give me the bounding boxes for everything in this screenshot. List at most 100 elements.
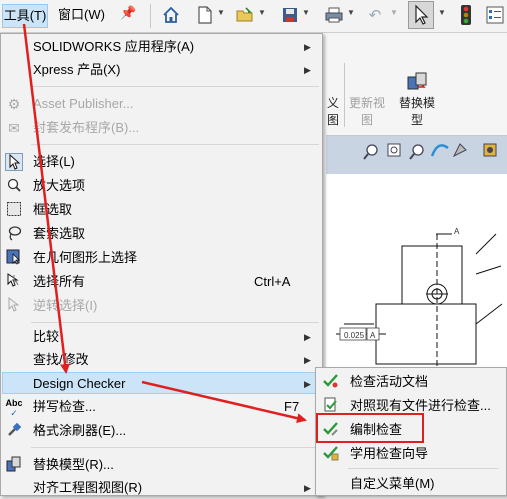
replace-model-icon	[5, 456, 23, 474]
pan-icon	[430, 144, 449, 157]
menu-item-label: 查找/修改	[33, 352, 89, 367]
menu-item-magnified-selection[interactable]: 放大选项	[1, 175, 322, 197]
update-view-label: 图	[360, 113, 373, 127]
geometry-select-icon	[5, 249, 23, 267]
menu-item-label: 选择所有	[33, 274, 86, 289]
menu-tools[interactable]: 工具(T)	[2, 4, 48, 28]
menu-item-asset-publisher[interactable]: ⚙ Asset Publisher...	[1, 93, 322, 115]
menu-separator	[31, 322, 319, 323]
menu-item-xpress-products[interactable]: Xpress 产品(X) ▶	[1, 59, 322, 81]
update-view-label: 更新视	[348, 96, 385, 110]
chevron-right-icon: ▶	[304, 332, 311, 342]
zoom-icon	[363, 144, 378, 160]
check-wizard-icon	[322, 445, 340, 463]
print-icon[interactable]	[323, 4, 345, 26]
menu-separator	[31, 447, 319, 448]
command-label: 义	[326, 96, 339, 110]
menu-item-replace-model[interactable]: 替换模型(R)...	[1, 454, 322, 476]
replace-model-icon	[406, 71, 428, 94]
menu-item-find-modify[interactable]: 查找/修改 ▶	[1, 349, 322, 371]
pin-icon[interactable]: 📌	[120, 5, 136, 21]
menu-item-label: 替换模型(R)...	[33, 457, 114, 472]
menu-window[interactable]: 窗口(W)	[58, 5, 105, 25]
select-all-icon	[5, 273, 23, 291]
submenu-item-check-active-document[interactable]: 检查活动文档	[316, 371, 506, 393]
menu-item-label: 格式涂刷器(E)...	[33, 423, 127, 438]
command-label: 图	[326, 113, 339, 127]
menu-item-label: 框选取	[33, 202, 73, 217]
chevron-down-icon[interactable]: ▼	[217, 8, 225, 17]
shortcut-text: Ctrl+A	[254, 274, 291, 289]
menu-item-label: 比较	[33, 329, 60, 344]
invert-selection-icon	[5, 296, 23, 315]
options-icon[interactable]	[484, 4, 506, 26]
menu-item-lasso-selection[interactable]: 套索选取	[1, 223, 322, 245]
box-select-icon	[5, 201, 23, 219]
lasso-icon	[5, 225, 23, 243]
heads-up-view-toolbar	[326, 136, 507, 174]
datum-text: A	[370, 331, 376, 340]
home-icon[interactable]	[160, 4, 182, 26]
save-icon[interactable]	[279, 4, 301, 26]
menu-item-compare[interactable]: 比较 ▶	[1, 326, 322, 348]
menu-separator	[348, 468, 498, 469]
select-button[interactable]	[408, 1, 434, 29]
undo-icon[interactable]: ↶	[364, 4, 386, 26]
chevron-right-icon: ▶	[304, 42, 311, 52]
menu-item-invert-selection[interactable]: 逆转选择(I)	[1, 295, 322, 317]
envelope-icon: ✉	[8, 120, 20, 136]
menu-item-spell-check[interactable]: Abc ✓ 拼写检查... F7	[1, 396, 322, 418]
tools-menu: SOLIDWORKS 应用程序(A) ▶ Xpress 产品(X) ▶ ⚙ As…	[0, 33, 323, 496]
menu-item-select[interactable]: 选择(L)	[1, 151, 322, 173]
chevron-down-icon[interactable]: ▼	[258, 8, 266, 17]
menu-separator	[31, 144, 319, 145]
menu-item-label: 逆转选择(I)	[33, 298, 98, 313]
menu-item-design-checker[interactable]: Design Checker ▶	[2, 372, 322, 394]
command-manager: 义 图 更新视 图 替换模 型	[326, 33, 507, 136]
previous-view-icon	[409, 144, 424, 160]
shortcut-text: F7	[284, 399, 300, 414]
menu-item-solidworks-apps[interactable]: SOLIDWORKS 应用程序(A) ▶	[1, 36, 322, 58]
menu-separator	[31, 86, 319, 87]
magnifier-icon	[5, 177, 23, 195]
menu-item-label: Xpress 产品(X)	[33, 62, 121, 77]
menu-item-label: 拼写检查...	[33, 399, 96, 414]
select-arrow-icon	[5, 153, 23, 171]
menu-item-label: 套索选取	[33, 226, 86, 241]
menu-item-select-on-geometry[interactable]: 在几何图形上选择	[1, 247, 322, 269]
chevron-right-icon: ▶	[304, 355, 311, 365]
menu-item-format-painter[interactable]: 格式涂刷器(E)...	[1, 420, 322, 442]
annotation-highlight-box	[316, 413, 424, 443]
menu-item-box-selection[interactable]: 框选取	[1, 199, 322, 221]
menu-item-label: Asset Publisher...	[33, 96, 134, 111]
menu-item-envelope-publisher[interactable]: ✉ 封套发布程序(B)...	[1, 117, 322, 139]
check-document-icon	[322, 373, 340, 391]
submenu-item-learn-check-wizard[interactable]: 学用检查向导	[316, 443, 506, 465]
chevron-right-icon: ▶	[304, 379, 311, 389]
replace-model-label: 替换模	[398, 96, 435, 110]
menu-item-label: 封套发布程序(B)...	[33, 120, 140, 135]
select-icon	[415, 4, 429, 25]
toolbar-divider	[150, 4, 151, 28]
replace-model-label: 型	[410, 113, 423, 127]
menu-item-select-all[interactable]: 选择所有 Ctrl+A	[1, 271, 322, 293]
chevron-down-icon[interactable]: ▼	[302, 8, 310, 17]
asset-publisher-icon: ⚙	[7, 96, 21, 112]
submenu-item-label: 检查活动文档	[350, 374, 429, 389]
tolerance-text: 0.025	[344, 331, 365, 340]
chevron-down-icon[interactable]: ▼	[347, 8, 355, 17]
menu-item-label: SOLIDWORKS 应用程序(A)	[33, 39, 195, 54]
new-document-icon[interactable]	[194, 4, 216, 26]
menu-item-label: 放大选项	[33, 178, 86, 193]
chevron-down-icon[interactable]: ▼	[390, 8, 398, 17]
traffic-light-icon[interactable]	[455, 4, 477, 26]
rotate-icon	[452, 143, 467, 158]
datum-label: A	[454, 227, 460, 236]
submenu-item-label: 学用检查向导	[350, 446, 429, 461]
submenu-item-label: 自定义菜单(M)	[350, 476, 435, 491]
format-painter-icon	[5, 422, 23, 440]
chevron-down-icon[interactable]: ▼	[438, 8, 446, 17]
menu-item-label: 选择(L)	[33, 154, 75, 169]
submenu-item-customize-menu[interactable]: 自定义菜单(M)	[316, 473, 506, 495]
open-icon[interactable]	[234, 4, 256, 26]
